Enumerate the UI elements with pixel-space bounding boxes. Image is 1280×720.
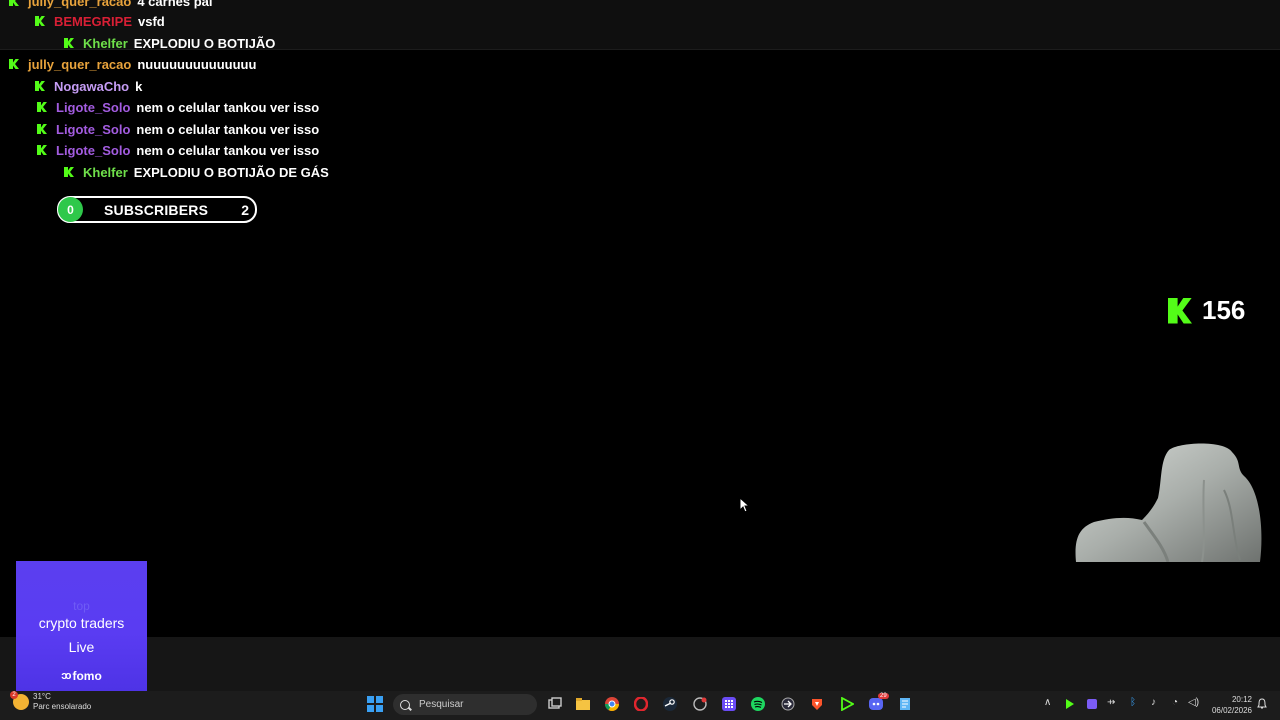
notification-bell-icon[interactable] [1257,698,1267,710]
brave-icon[interactable] [810,697,824,711]
fomo-ad-banner[interactable]: top crypto traders Live ↄↄ fomo [16,561,147,691]
tray-app-icon[interactable] [1087,699,1097,709]
opera-icon[interactable] [634,697,648,711]
chat-text: nuuuuuuuuuuuuuu [137,56,257,72]
task-view-icon[interactable] [548,697,562,711]
weather-desc: Parc ensolarado [33,702,92,711]
chat-username[interactable]: jully_quer_racao [28,0,131,9]
chat-message: Ligote_Solo nem o celular tankou ver iss… [37,140,319,160]
chat-username[interactable]: Khelfer [83,165,128,180]
tray-overflow-chevron-icon[interactable]: ∧ [1044,697,1051,708]
start-button[interactable] [367,696,383,712]
chat-text: EXPLODIU O BOTIJÃO [133,35,276,51]
subscribers-counter: 0 SUBSCRIBERS 2 [57,196,257,223]
clock-time: 20:12 [1231,695,1252,704]
chat-username[interactable]: BEMEGRIPE [54,14,132,29]
windows-logo-pane [376,696,383,703]
file-explorer-icon[interactable] [576,697,590,711]
chat-text: nem o celular tankou ver isso [136,99,320,115]
weather-widget[interactable]: 2 31°C Parc ensolarado [10,691,92,712]
clock-date: 06/02/2026 [1211,706,1252,715]
spotify-icon[interactable] [751,697,765,711]
kick-badge-icon [64,167,74,177]
chat-username[interactable]: NogawaCho [54,79,129,94]
taskbar-search[interactable]: Pesquisar [393,694,537,715]
chat-text: EXPLODIU O BOTIJÃO DE GÁS [133,164,329,180]
steam-icon[interactable] [663,697,677,711]
kick-badge-icon [37,102,47,112]
chat-text: vsfd [138,13,165,29]
windows-logo-pane [376,705,383,712]
kick-badge-icon [9,0,19,6]
chat-message: BEMEGRIPE vsfd [35,11,165,31]
search-placeholder: Pesquisar [419,699,464,710]
subscribers-right-value: 2 [241,201,249,218]
play-app-icon[interactable] [840,697,854,711]
arrow-app-icon[interactable] [781,697,795,711]
taskbar-clock[interactable]: 20:12 06/02/2026 [1206,694,1252,716]
chat-text: k [135,78,143,94]
volume-icon[interactable]: ◁) [1188,697,1199,708]
subscribers-left-value: 0 [59,198,82,221]
discord-icon[interactable] [869,697,883,711]
mouse-cursor-icon [739,497,751,513]
chat-username[interactable]: Ligote_Solo [56,143,130,158]
chat-username[interactable]: Khelfer [83,36,128,51]
kick-badge-icon [35,16,45,26]
windows-logo-pane [367,696,374,703]
wifi-icon[interactable]: ◔ [1172,697,1178,708]
subscribers-label: SUBSCRIBERS [104,201,209,218]
microphone-icon[interactable]: ♪ [1151,697,1156,708]
chat-message: jully_quer_racao nuuuuuuuuuuuuuu [9,54,256,74]
fomo-logo-icon: ↄↄ [61,670,71,682]
tray-network-arrow-icon[interactable]: ⇸ [1107,697,1115,708]
chat-message: Ligote_Solo nem o celular tankou ver iss… [37,119,319,139]
chat-message: Khelfer EXPLODIU O BOTIJÃO [64,33,275,53]
kick-badge-icon [37,124,47,134]
ad-subline: Live [68,639,95,655]
windows-logo-pane [367,705,374,712]
kick-badge-icon [37,145,47,155]
chat-username[interactable]: Ligote_Solo [56,100,130,115]
draped-ghost-figure [1075,443,1262,562]
chat-message: Khelfer EXPLODIU O BOTIJÃO DE GÁS [64,162,329,182]
chat-username[interactable]: Ligote_Solo [56,122,130,137]
chat-message: NogawaCho k [35,76,142,96]
ad-faded-text: top [73,599,90,613]
tray-play-icon[interactable] [1065,699,1075,709]
weather-notification-badge: 2 [10,691,18,699]
weather-sun-icon: 2 [10,691,29,710]
search-icon [400,699,410,710]
bluetooth-icon[interactable]: ᛒ [1130,697,1136,708]
weather-temp: 31°C [33,692,51,701]
viewer-count: 156 [1202,295,1246,325]
kick-badge-icon [9,59,19,69]
kick-logo-icon [1168,297,1192,324]
chrome-icon[interactable] [605,697,619,711]
chat-text: nem o celular tankou ver isso [136,142,320,158]
ad-brand-name: fomo [72,669,102,683]
chat-text: 4 carnes pai [137,0,213,9]
app-circle-icon[interactable] [693,697,707,711]
kick-badge-icon [64,38,74,48]
viewer-counter: 156 [1168,295,1245,326]
apps-grid-icon[interactable] [722,697,736,711]
ad-headline: crypto traders [38,615,125,631]
kick-badge-icon [35,81,45,91]
notepad-icon[interactable] [898,697,912,711]
chat-message: Ligote_Solo nem o celular tankou ver iss… [37,97,319,117]
chat-username[interactable]: jully_quer_racao [28,57,131,72]
ad-brand: ↄↄ fomo [61,669,102,683]
overlay-bottom-band [0,637,1280,691]
discord-notification-badge: 29 [878,693,889,699]
chat-text: nem o celular tankou ver isso [136,121,320,137]
chat-message: jully_quer_racao 4 carnes pai [9,0,212,11]
